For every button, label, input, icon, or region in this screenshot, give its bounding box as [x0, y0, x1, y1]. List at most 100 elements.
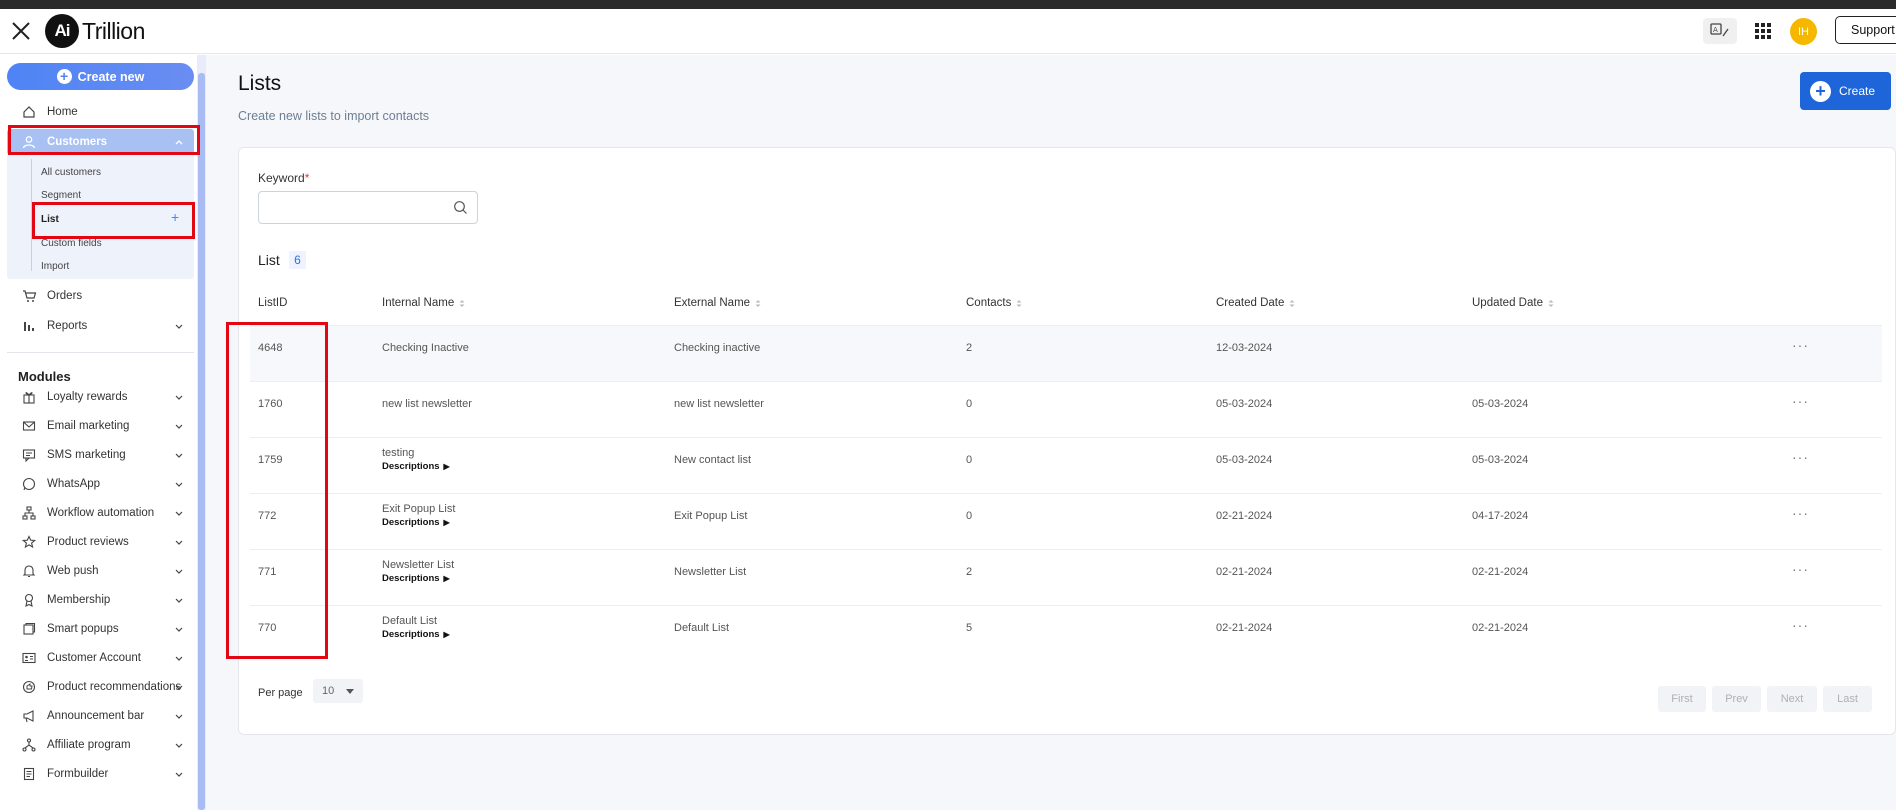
column-header-updated-date[interactable]: Updated Date: [1472, 297, 1554, 309]
cell-contacts: 5: [966, 622, 973, 634]
row-more-options-icon[interactable]: ···: [1792, 393, 1809, 409]
sidebar-item-label: Home: [47, 106, 78, 118]
create-new-label: Create new: [77, 69, 145, 84]
recommend-icon: [17, 675, 41, 699]
cell-created-date: 02-21-2024: [1216, 510, 1273, 522]
column-header-internal-name[interactable]: Internal Name: [382, 297, 465, 309]
cell-contacts: 2: [966, 566, 973, 578]
sidebar-item-orders[interactable]: Orders: [7, 283, 194, 309]
column-header-external-name[interactable]: External Name: [674, 297, 761, 309]
pagination-prev[interactable]: Prev: [1712, 686, 1761, 712]
table-row[interactable]: [250, 325, 1882, 381]
bar-chart-icon: [17, 314, 41, 338]
sidebar-item-sms-marketing[interactable]: SMS marketing: [7, 442, 194, 468]
pagination-first[interactable]: First: [1658, 686, 1706, 712]
scrollbar-thumb[interactable]: [198, 73, 205, 810]
descriptions-toggle[interactable]: Descriptions ▶: [382, 629, 450, 640]
caret-down-icon: [346, 689, 354, 694]
apps-grid-icon[interactable]: [1753, 21, 1773, 41]
chevron-down-icon: [175, 569, 183, 574]
create-new-button[interactable]: + Create new: [7, 63, 194, 90]
sidebar-item-announcement-bar[interactable]: Announcement bar: [7, 703, 194, 729]
per-page-select[interactable]: 10: [313, 679, 363, 703]
descriptions-toggle[interactable]: Descriptions ▶: [382, 517, 450, 528]
sidebar-item-import[interactable]: Import: [41, 258, 69, 274]
sidebar-item-product-recommendations[interactable]: Product recommendations: [7, 674, 194, 700]
sidebar-item-smart-popups[interactable]: Smart popups: [7, 616, 194, 642]
sidebar-scrollbar[interactable]: [197, 55, 206, 810]
table-row[interactable]: [250, 549, 1882, 605]
table-row[interactable]: [250, 437, 1882, 493]
caret-right-icon: ▶: [443, 630, 450, 639]
table-row[interactable]: [250, 381, 1882, 437]
table-row[interactable]: [250, 493, 1882, 549]
megaphone-icon: [17, 704, 41, 728]
cell-internal-name: Checking Inactive: [382, 342, 469, 354]
support-button[interactable]: Support: [1835, 16, 1896, 44]
sidebar-item-email-marketing[interactable]: Email marketing: [7, 413, 194, 439]
descriptions-toggle[interactable]: Descriptions ▶: [382, 461, 450, 472]
sidebar-item-all-customers[interactable]: All customers: [41, 164, 101, 180]
sidebar-item-customer-account[interactable]: Customer Account: [7, 645, 194, 671]
plus-icon: +: [1810, 80, 1831, 102]
mail-icon: [17, 414, 41, 438]
row-more-options-icon[interactable]: ···: [1792, 561, 1809, 577]
cell-contacts: 0: [966, 454, 973, 466]
search-icon[interactable]: [453, 200, 468, 215]
sidebar-item-label: Product recommendations: [47, 681, 182, 693]
sidebar-item-segment[interactable]: Segment: [41, 187, 81, 203]
sort-icon[interactable]: [755, 299, 761, 308]
sidebar-item-membership[interactable]: Membership: [7, 587, 194, 613]
column-header-created-date[interactable]: Created Date: [1216, 297, 1295, 309]
sidebar-item-custom-fields[interactable]: Custom fields: [41, 235, 102, 251]
sidebar-item-whatsapp[interactable]: WhatsApp: [7, 471, 194, 497]
sidebar-item-affiliate-program[interactable]: Affiliate program: [7, 732, 194, 758]
translate-icon[interactable]: A: [1703, 18, 1737, 44]
add-list-plus-icon[interactable]: +: [171, 209, 179, 225]
cell-external-name: new list newsletter: [674, 398, 764, 410]
chevron-down-icon: [175, 424, 183, 429]
sort-icon[interactable]: [459, 299, 465, 308]
sidebar-item-home[interactable]: Home: [7, 99, 194, 125]
keyword-search-input[interactable]: [258, 191, 478, 224]
keyword-label-text: Keyword: [258, 171, 305, 185]
cell-list-id: 1759: [258, 454, 283, 466]
row-more-options-icon[interactable]: ···: [1792, 617, 1809, 633]
sidebar-item-customers[interactable]: Customers: [7, 129, 194, 155]
sort-icon[interactable]: [1016, 299, 1022, 308]
sidebar-item-reports[interactable]: Reports: [7, 313, 194, 339]
sidebar-item-loyalty-rewards[interactable]: Loyalty rewards: [7, 384, 194, 410]
sidebar-item-workflow-automation[interactable]: Workflow automation: [7, 500, 194, 526]
sidebar-item-label: Email marketing: [47, 420, 130, 432]
user-icon: [17, 130, 41, 154]
row-more-options-icon[interactable]: ···: [1792, 449, 1809, 465]
chevron-down-icon: [175, 395, 183, 400]
descriptions-toggle[interactable]: Descriptions ▶: [382, 573, 450, 584]
cell-created-date: 12-03-2024: [1216, 342, 1273, 354]
cell-external-name: Exit Popup List: [674, 510, 748, 522]
sort-icon[interactable]: [1289, 299, 1295, 308]
pagination-next[interactable]: Next: [1767, 686, 1817, 712]
close-icon[interactable]: [9, 19, 33, 43]
logo-badge: Ai: [45, 14, 79, 48]
app-logo[interactable]: Ai Trillion: [45, 13, 145, 49]
cell-external-name: Default List: [674, 622, 730, 634]
avatar[interactable]: IH: [1790, 18, 1817, 45]
sidebar-item-web-push[interactable]: Web push: [7, 558, 194, 584]
row-more-options-icon[interactable]: ···: [1792, 505, 1809, 521]
pagination-last[interactable]: Last: [1823, 686, 1872, 712]
column-header-label: Created Date: [1216, 297, 1285, 309]
submenu-guide-line: [31, 159, 32, 271]
per-page-value: 10: [322, 685, 335, 697]
column-header-contacts[interactable]: Contacts: [966, 297, 1022, 309]
sidebar-item-product-reviews[interactable]: Product reviews: [7, 529, 194, 555]
sidebar-item-formbuilder[interactable]: Formbuilder: [7, 761, 194, 787]
bell-icon: [17, 559, 41, 583]
row-more-options-icon[interactable]: ···: [1792, 337, 1809, 353]
sidebar-item-list[interactable]: List: [41, 211, 59, 227]
create-list-button[interactable]: + Create: [1800, 72, 1891, 110]
sort-icon[interactable]: [1548, 299, 1554, 308]
cell-list-id: 770: [258, 622, 277, 634]
cell-internal-name: Newsletter List: [382, 559, 455, 571]
table-row[interactable]: [250, 605, 1882, 661]
